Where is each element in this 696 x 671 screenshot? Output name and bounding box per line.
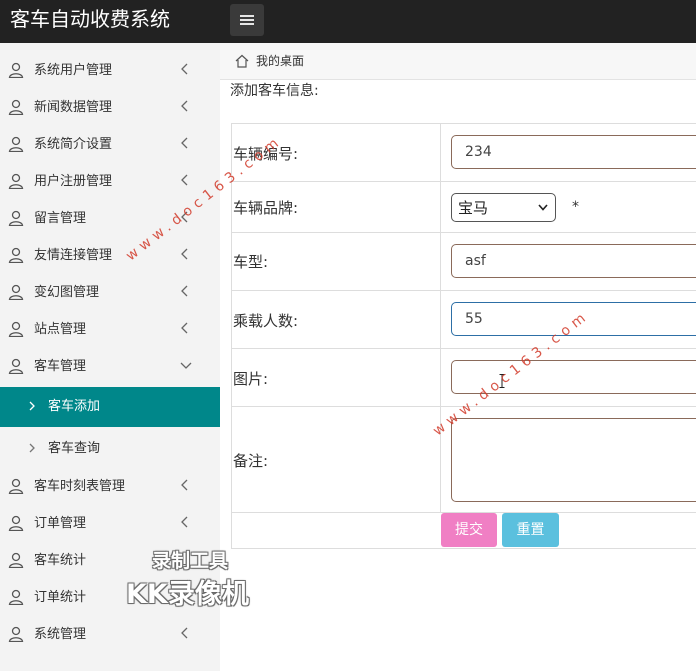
sidebar-item-label: 系统管理 [34,627,87,642]
user-icon [8,321,24,337]
sidebar-item-label: 变幻图管理 [34,285,100,300]
user-icon [8,515,24,531]
user-icon [8,589,24,605]
app-title: 客车自动收费系统 [10,7,170,31]
sidebar-item-system-users[interactable]: 系统用户管理 [0,53,220,90]
sidebar-item-label: 订单统计 [34,590,87,605]
sidebar-item-label: 客车时刻表管理 [34,479,126,494]
sidebar-subitem-label: 客车查询 [48,441,101,456]
sidebar-item-label: 系统用户管理 [34,63,113,78]
sidebar-item-label: 客车统计 [34,553,87,568]
user-icon [8,626,24,642]
sidebar-subitem-coach-add[interactable]: 客车添加 [0,387,220,427]
user-icon [8,99,24,115]
chevron-left-icon [181,137,188,149]
sidebar-subitem-label: 客车添加 [48,399,101,414]
brand-select-value: 宝马 [458,199,489,217]
user-icon [8,358,24,374]
sidebar-item-label: 订单管理 [34,516,87,531]
vehicle-no-input[interactable]: 234 [451,135,696,169]
user-icon [8,62,24,78]
remark-label: 备注: [233,452,269,470]
sidebar-item-stations[interactable]: 站点管理 [0,312,220,349]
recorder-overlay-line2: KK录像机 [126,579,249,610]
breadcrumb: 我的桌面 [220,43,696,80]
sidebar-item-links[interactable]: 友情连接管理 [0,238,220,275]
chevron-left-icon [181,100,188,112]
sidebar-item-timetable[interactable]: 客车时刻表管理 [0,469,220,506]
remark-textarea[interactable] [451,418,696,502]
brand-label: 车辆品牌: [233,199,299,217]
chevron-left-icon [181,627,188,639]
chevron-left-icon [181,248,188,260]
chevron-right-icon [29,401,35,411]
chevron-left-icon [181,479,188,491]
brand-select[interactable]: 宝马 [451,193,556,222]
recorder-overlay-line1: 录制工具 [152,550,229,572]
sidebar-item-orders[interactable]: 订单管理 [0,506,220,543]
top-bar: 客车自动收费系统 [0,0,696,43]
chevron-right-icon [29,443,35,453]
chevron-left-icon [181,174,188,186]
image-label: 图片: [233,370,269,388]
chevron-left-icon [181,516,188,528]
user-icon [8,478,24,494]
sidebar-item-label: 新闻数据管理 [34,100,113,115]
chevron-left-icon [181,322,188,334]
user-icon [8,247,24,263]
sidebar-subitem-coach-query[interactable]: 客车查询 [0,429,220,469]
hamburger-icon[interactable] [230,4,264,36]
sidebar-item-system-admin[interactable]: 系统管理 [0,617,220,654]
breadcrumb-home-link[interactable]: 我的桌面 [256,53,304,69]
home-icon[interactable] [235,54,249,68]
user-icon [8,284,24,300]
model-input[interactable]: asf [451,244,696,278]
chevron-down-icon [538,204,548,211]
chevron-down-icon [180,362,192,369]
form-heading: 添加客车信息: [230,83,319,99]
sidebar-item-news[interactable]: 新闻数据管理 [0,90,220,127]
capacity-label: 乘载人数: [233,312,299,330]
sidebar-item-label: 留言管理 [34,211,87,226]
sidebar-item-label: 用户注册管理 [34,174,113,189]
submit-button[interactable]: 提交 [441,513,497,547]
reset-button[interactable]: 重置 [502,513,559,547]
chevron-left-icon [181,285,188,297]
user-icon [8,210,24,226]
user-icon [8,552,24,568]
user-icon [8,136,24,152]
sidebar-item-label: 站点管理 [34,322,87,337]
sidebar-item-slideshow[interactable]: 变幻图管理 [0,275,220,312]
required-mark: * [572,199,579,215]
sidebar-item-registration[interactable]: 用户注册管理 [0,164,220,201]
sidebar-item-label: 系统简介设置 [34,137,113,152]
sidebar-item-system-intro[interactable]: 系统简介设置 [0,127,220,164]
model-label: 车型: [233,253,269,271]
user-icon [8,173,24,189]
sidebar-item-coach-management[interactable]: 客车管理 [0,349,220,386]
sidebar-item-label: 友情连接管理 [34,248,113,263]
sidebar-item-label: 客车管理 [34,359,87,374]
chevron-left-icon [181,63,188,75]
